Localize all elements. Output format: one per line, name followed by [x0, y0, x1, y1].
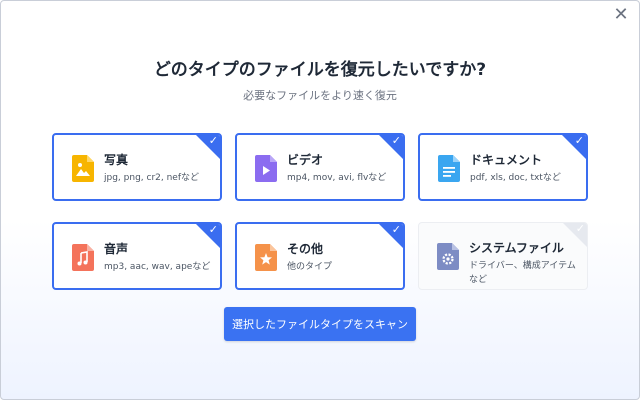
- file-type-desc: 他のタイプ: [287, 262, 333, 272]
- dialog-subtitle: 必要なファイルをより速く復元: [243, 89, 397, 102]
- file-type-desc: mp3, aac, wav, apeなど: [104, 262, 211, 272]
- check-icon: ✓: [391, 223, 401, 236]
- file-type-desc: jpg, png, cr2, nefなど: [104, 173, 200, 183]
- recovery-dialog: ✕ どのタイプのファイルを復元したいですか? 必要なファイルをより速く復元 写真…: [0, 0, 640, 400]
- scan-button[interactable]: 選択したファイルタイプをスキャン: [224, 307, 416, 341]
- other-icon: [255, 244, 277, 271]
- video-icon: [255, 155, 277, 182]
- file-type-card-other[interactable]: その他 他のタイプ ✓: [235, 222, 405, 290]
- dialog-title: どのタイプのファイルを復元したいですか?: [153, 60, 487, 80]
- check-icon: ✓: [208, 223, 218, 236]
- file-type-label: 写真: [104, 153, 129, 167]
- close-icon[interactable]: ✕: [611, 5, 631, 25]
- check-icon: ✓: [575, 222, 585, 235]
- file-type-card-video[interactable]: ビデオ mp4, mov, avi, flvなど ✓: [235, 133, 405, 201]
- file-type-card-system[interactable]: システムファイル ドライバー、構成アイテムなど ✓: [418, 222, 588, 290]
- system-file-icon: [437, 243, 459, 270]
- file-type-label: ビデオ: [287, 153, 324, 167]
- check-icon: ✓: [574, 134, 584, 147]
- audio-icon: [72, 244, 94, 271]
- file-type-card-document[interactable]: ドキュメント pdf, xls, doc, txtなど ✓: [418, 133, 588, 201]
- file-type-desc: ドライバー、構成アイテムなど: [469, 261, 576, 285]
- file-type-label: 音声: [104, 242, 129, 256]
- photo-icon: [72, 155, 94, 182]
- check-icon: ✓: [391, 134, 401, 147]
- file-type-label: ドキュメント: [470, 153, 543, 167]
- file-type-desc: mp4, mov, avi, flvなど: [287, 173, 387, 183]
- document-icon: [438, 155, 460, 182]
- file-type-card-photo[interactable]: 写真 jpg, png, cr2, nefなど ✓: [52, 133, 222, 201]
- file-type-label: その他: [287, 242, 324, 256]
- check-icon: ✓: [208, 134, 218, 147]
- file-type-label: システムファイル: [469, 241, 564, 255]
- file-type-desc: pdf, xls, doc, txtなど: [470, 173, 561, 183]
- file-type-card-audio[interactable]: 音声 mp3, aac, wav, apeなど ✓: [52, 222, 222, 290]
